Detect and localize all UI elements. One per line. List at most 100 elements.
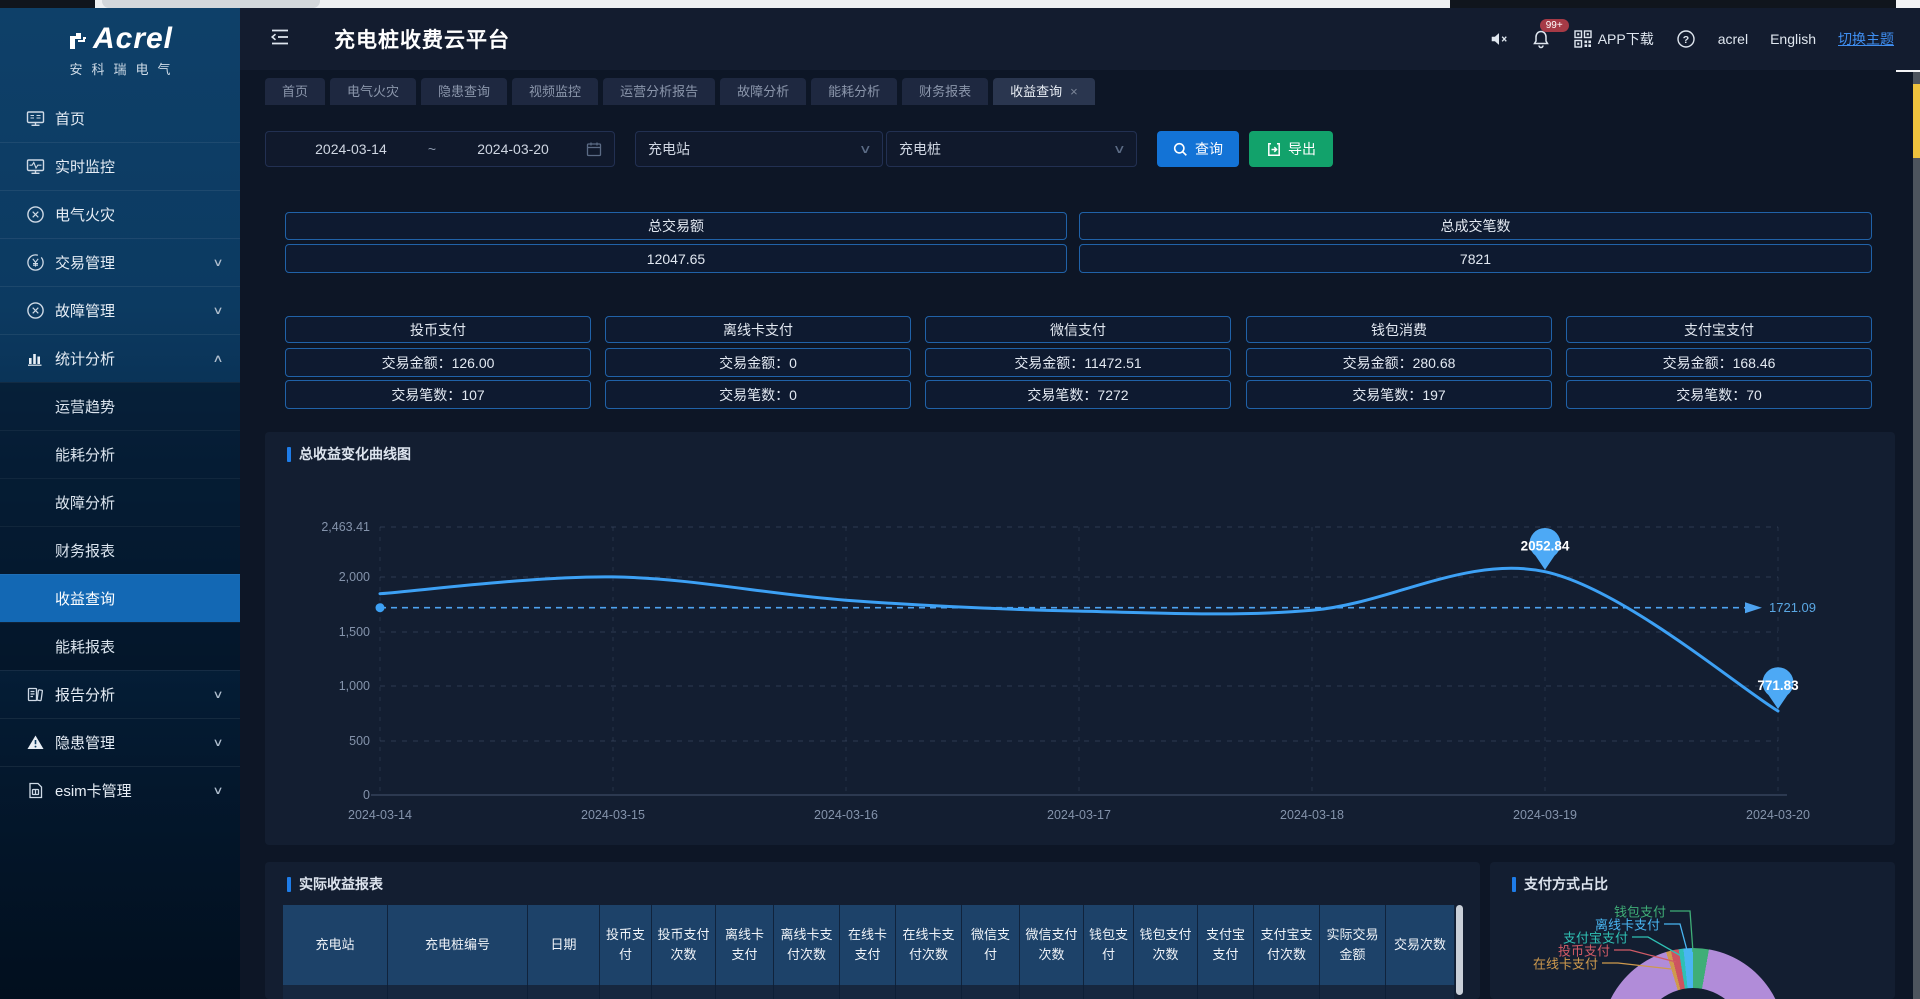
sidebar-item-energy-analysis[interactable]: 能耗分析	[0, 430, 240, 478]
tab-energy-analysis[interactable]: 能耗分析	[811, 78, 897, 105]
username[interactable]: acrel	[1718, 31, 1748, 47]
pay-count-label: 交易笔数：	[1352, 385, 1422, 405]
pie-label-online-card: 在线卡支付	[1533, 954, 1598, 973]
mute-icon[interactable]	[1489, 29, 1509, 49]
chevron-down-icon: ∨	[212, 736, 223, 749]
x-tick-label: 2024-03-18	[1280, 808, 1344, 822]
theme-switch-link[interactable]: 切换主题	[1838, 29, 1894, 49]
chevron-down-icon: ∨	[212, 304, 223, 317]
tab-hazard-query[interactable]: 隐患查询	[421, 78, 507, 105]
notifications-bell[interactable]: 99+	[1531, 29, 1551, 49]
markpoint-label: 2052.84	[1521, 539, 1570, 554]
sidebar-item-label: 运营趋势	[55, 396, 115, 417]
sidebar-item-transaction-mgmt[interactable]: 交易管理 ∨	[0, 238, 240, 286]
table-header-cell: 在线卡支付	[840, 905, 896, 985]
pay-count-value: 7272	[1097, 387, 1128, 403]
chevron-down-icon: ∨	[212, 256, 223, 269]
app-root: Acrel 安科瑞电气 首页 实时监控 电气火灾 交易管理 ∨	[0, 0, 1920, 999]
acrel-logo-icon	[67, 30, 89, 57]
date-start-input[interactable]: 2024-03-14	[278, 141, 424, 157]
tab-operation-report[interactable]: 运营分析报告	[603, 78, 715, 105]
tab-label: 电气火灾	[347, 84, 399, 99]
page-scrollbar-track[interactable]	[1913, 72, 1920, 999]
tab-revenue-query[interactable]: 收益查询 ×	[993, 78, 1095, 105]
total-amount-value: 12047.65	[285, 244, 1067, 273]
revenue-table-panel: 实际收益报表 充电站 充电桩编号 日期 投币支付 投币支付次数 离线卡支付 离线…	[265, 862, 1480, 999]
sidebar-item-report-analysis[interactable]: 报告分析 ∨	[0, 670, 240, 718]
sidebar-item-electrical-fire[interactable]: 电气火灾	[0, 190, 240, 238]
tab-label: 运营分析报告	[620, 84, 698, 99]
table-header-cell: 在线卡支付次数	[896, 905, 962, 985]
payment-share-panel: 支付方式占比 钱包支付 离线卡支付 支付宝支付 投币支付 在线卡支付	[1490, 862, 1895, 999]
export-icon	[1266, 142, 1281, 157]
sidebar-item-label: 统计分析	[55, 348, 115, 369]
sidebar-item-realtime-monitor[interactable]: 实时监控	[0, 142, 240, 190]
pay-card-wallet-title: 钱包消费	[1246, 316, 1552, 343]
sidebar-item-label: esim卡管理	[55, 780, 132, 801]
title-accent-bar	[287, 877, 291, 892]
sidebar-item-fault-mgmt[interactable]: 故障管理 ∨	[0, 286, 240, 334]
tab-finance-report[interactable]: 财务报表	[902, 78, 988, 105]
date-range-picker[interactable]: 2024-03-14 ~ 2024-03-20	[265, 131, 615, 167]
monitor-icon	[26, 109, 45, 128]
tab-close-icon[interactable]: ×	[1070, 84, 1078, 99]
export-button-label: 导出	[1288, 139, 1316, 159]
pay-amount-label: 交易金额：	[1663, 353, 1733, 373]
report-icon	[26, 685, 45, 704]
sidebar-item-home[interactable]: 首页	[0, 94, 240, 142]
pay-amount-label: 交易金额：	[1343, 353, 1413, 373]
pay-card-wechat-title: 微信支付	[925, 316, 1231, 343]
sidebar-item-label: 报告分析	[55, 684, 115, 705]
tab-fault-analysis[interactable]: 故障分析	[720, 78, 806, 105]
table-row	[283, 985, 1455, 999]
date-end-input[interactable]: 2024-03-20	[440, 141, 586, 157]
sidebar-item-revenue-query[interactable]: 收益查询	[0, 574, 240, 622]
qr-code-icon	[1573, 29, 1593, 49]
sidebar-item-energy-report[interactable]: 能耗报表	[0, 622, 240, 670]
table-header-cell: 钱包支付次数	[1134, 905, 1198, 985]
sidebar-item-label: 首页	[55, 108, 85, 129]
sidebar-item-fault-analysis[interactable]: 故障分析	[0, 478, 240, 526]
tab-electrical-fire[interactable]: 电气火灾	[330, 78, 416, 105]
language-switch[interactable]: English	[1770, 31, 1816, 47]
table-scrollbar-thumb[interactable]	[1456, 905, 1463, 995]
pile-select-value: 充电桩	[899, 139, 941, 159]
export-button[interactable]: 导出	[1249, 131, 1333, 167]
sidebar-item-operation-trend[interactable]: 运营趋势	[0, 382, 240, 430]
station-select[interactable]: 充电站 ∨	[635, 131, 883, 167]
monitor-pulse-icon	[26, 157, 45, 176]
sidebar-submenu-statistics: 运营趋势 能耗分析 故障分析 财务报表 收益查询 能耗报表	[0, 382, 240, 670]
table-header-cell: 离线卡支付次数	[774, 905, 840, 985]
browser-toolbar-sliver	[0, 0, 1920, 8]
tab-video-monitor[interactable]: 视频监控	[512, 78, 598, 105]
help-icon[interactable]: ?	[1676, 29, 1696, 49]
search-icon	[1173, 142, 1188, 157]
sidebar-item-hazard-mgmt[interactable]: 隐患管理 ∨	[0, 718, 240, 766]
search-button[interactable]: 查询	[1157, 131, 1239, 167]
warning-icon	[26, 733, 45, 752]
sidebar-item-esim-mgmt[interactable]: esim卡管理 ∨	[0, 766, 240, 814]
y-tick-label: 2,000	[339, 570, 370, 584]
circle-x-icon	[26, 301, 45, 320]
pile-select[interactable]: 充电桩 ∨	[886, 131, 1137, 167]
search-button-label: 查询	[1195, 139, 1223, 159]
sidebar-item-label: 电气火灾	[55, 204, 115, 225]
tab-home[interactable]: 首页	[265, 78, 325, 105]
sidebar-item-statistics[interactable]: 统计分析 ∧	[0, 334, 240, 382]
pay-amount-value: 126.00	[452, 355, 495, 371]
pay-card-wechat-count: 交易笔数：7272	[925, 380, 1231, 409]
tab-label: 能耗分析	[828, 84, 880, 99]
pay-card-alipay-title: 支付宝支付	[1566, 316, 1872, 343]
tab-label: 财务报表	[919, 84, 971, 99]
tab-label: 视频监控	[529, 84, 581, 99]
logo: Acrel 安科瑞电气	[0, 22, 240, 78]
sidebar-collapse-icon[interactable]	[268, 25, 292, 54]
station-select-value: 充电站	[648, 139, 690, 159]
tab-label: 收益查询	[1010, 84, 1062, 99]
pay-card-wallet-count: 交易笔数：197	[1246, 380, 1552, 409]
app-download[interactable]: APP下载	[1573, 29, 1654, 49]
pay-title: 钱包消费	[1371, 320, 1427, 340]
page-scrollbar-thumb[interactable]	[1913, 84, 1920, 158]
sidebar-item-label: 交易管理	[55, 252, 115, 273]
sidebar-item-finance-report[interactable]: 财务报表	[0, 526, 240, 574]
